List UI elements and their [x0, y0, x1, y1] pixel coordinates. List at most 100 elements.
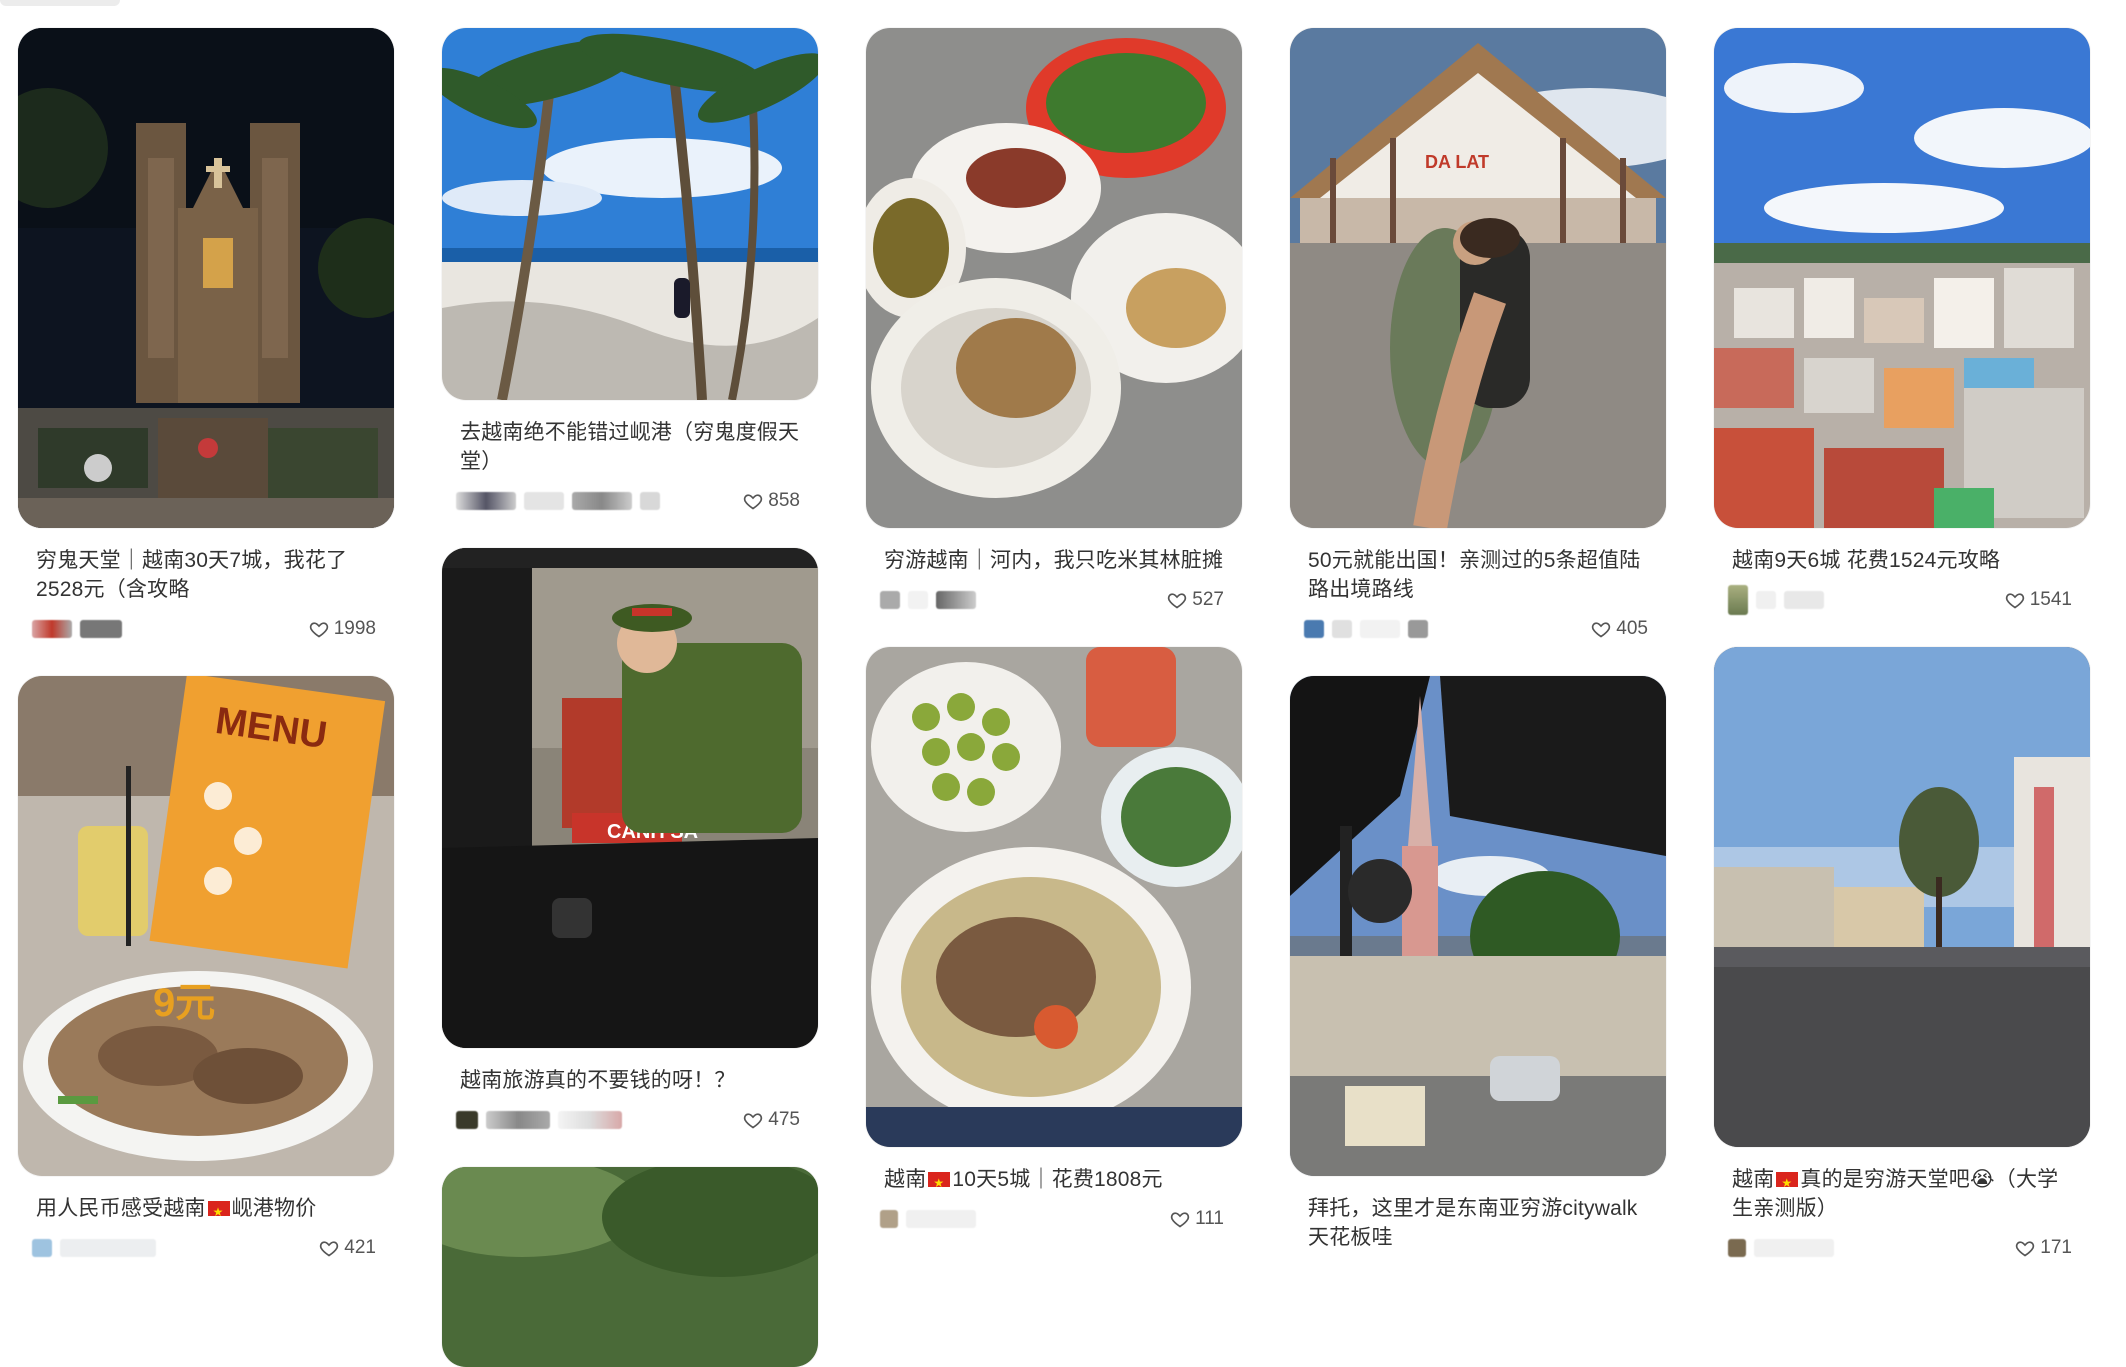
like-button[interactable]: 858 [743, 490, 800, 512]
author-info-redacted[interactable] [1728, 585, 1824, 615]
note-title[interactable]: 穷游越南｜河内，我只吃米其林脏摊 [884, 546, 1224, 575]
author-name-redacted [906, 1210, 976, 1228]
feed-column-4: DA LAT 50元就能出国！亲测过的5条超值陆路出境路线 405 拜托，这里才… [1290, 28, 1666, 1252]
like-button[interactable]: 111 [1170, 1208, 1224, 1230]
note-title[interactable]: 拜托，这里才是东南亚穷游citywalk天花板哇 [1308, 1194, 1648, 1252]
note-title[interactable]: 穷鬼天堂｜越南30天7城，我花了2528元（含攻略 [36, 546, 376, 604]
like-count: 858 [768, 490, 800, 511]
price-tag-text: 9元 [153, 981, 215, 1025]
note-card[interactable]: DA LAT 50元就能出国！亲测过的5条超值陆路出境路线 405 [1290, 28, 1666, 642]
heart-outline-icon [2016, 1241, 2035, 1257]
note-meta: 111 [880, 1206, 1224, 1232]
note-meta: 527 [880, 587, 1224, 613]
note-card[interactable] [442, 1167, 818, 1367]
heart-outline-icon [1168, 593, 1187, 609]
note-card[interactable]: 穷鬼天堂｜越南30天7城，我花了2528元（含攻略 1998 [18, 28, 394, 642]
like-button[interactable]: 475 [743, 1109, 800, 1131]
note-title[interactable]: 越南真的是穷游天堂吧😭（大学生亲测版） [1732, 1165, 2072, 1223]
author-info-redacted[interactable] [880, 1210, 976, 1228]
note-title[interactable]: 越南旅游真的不要钱的呀！？ [460, 1066, 800, 1095]
like-count: 405 [1616, 618, 1648, 639]
author-name-redacted [908, 591, 928, 609]
like-count: 1998 [333, 618, 376, 639]
note-card[interactable]: 越南真的是穷游天堂吧😭（大学生亲测版） 171 [1714, 647, 2090, 1261]
author-name-redacted [1754, 1239, 1834, 1257]
author-name-redacted [572, 492, 632, 510]
like-count: 421 [344, 1237, 376, 1258]
note-card[interactable]: 拜托，这里才是东南亚穷游citywalk天花板哇 [1290, 676, 1666, 1252]
note-cover-beach[interactable] [442, 28, 818, 400]
note-meta: 1541 [1728, 585, 2072, 615]
note-card[interactable]: 去越南绝不能错过岘港（穷鬼度假天堂） 858 [442, 28, 818, 514]
feed-column-1: 穷鬼天堂｜越南30天7城，我花了2528元（含攻略 1998 MENU 9元 用… [18, 28, 394, 1261]
vietnam-flag-icon [928, 1169, 951, 1198]
vietnam-flag-icon [1776, 1169, 1799, 1198]
station-sign-text: DA LAT [1425, 152, 1489, 172]
author-info-redacted[interactable] [456, 492, 660, 510]
note-cover-street[interactable] [1714, 647, 2090, 1147]
author-name-redacted [640, 492, 660, 510]
heart-outline-icon [1170, 1212, 1190, 1228]
author-name-redacted [1784, 591, 1824, 609]
author-info-redacted[interactable] [32, 1239, 156, 1257]
note-title[interactable]: 用人民币感受越南岘港物价 [36, 1194, 376, 1227]
like-count: 111 [1195, 1208, 1224, 1229]
author-info-redacted[interactable] [880, 591, 976, 609]
like-button[interactable]: 1541 [2005, 589, 2072, 611]
author-avatar-redacted [32, 1239, 52, 1257]
note-meta: 405 [1304, 616, 1648, 642]
note-meta: 421 [32, 1235, 376, 1261]
author-info-redacted[interactable] [32, 620, 122, 638]
like-button[interactable]: 405 [1591, 618, 1648, 640]
author-avatar-redacted [1304, 620, 1324, 638]
vietnam-flag-icon [207, 1198, 230, 1227]
note-card[interactable]: 穷游越南｜河内，我只吃米其林脏摊 527 [866, 28, 1242, 613]
note-card[interactable]: 越南10天5城｜花费1808元 111 [866, 647, 1242, 1232]
note-cover-pho-menu[interactable]: MENU 9元 [18, 676, 394, 1176]
author-name-redacted [1332, 620, 1352, 638]
note-cover-police[interactable]: CANH SA [442, 548, 818, 1048]
author-name-redacted [1408, 620, 1428, 638]
note-cover-saigon-church[interactable] [1290, 676, 1666, 1176]
heart-outline-icon [2005, 593, 2024, 609]
note-title[interactable]: 50元就能出国！亲测过的5条超值陆路出境路线 [1308, 546, 1648, 604]
author-avatar-redacted [1728, 1239, 1746, 1257]
note-card[interactable]: 越南9天6城 花费1524元攻略 1541 [1714, 28, 2090, 615]
note-meta: 475 [456, 1107, 800, 1133]
like-button[interactable]: 171 [2015, 1237, 2072, 1259]
author-name-redacted [1360, 620, 1400, 638]
heart-outline-icon [320, 1241, 339, 1257]
author-avatar-redacted [1728, 585, 1748, 615]
author-name-redacted [936, 591, 976, 609]
like-button[interactable]: 421 [319, 1237, 376, 1259]
note-cover-street-food[interactable] [866, 28, 1242, 528]
heart-outline-icon [309, 622, 328, 638]
note-card[interactable]: MENU 9元 用人民币感受越南岘港物价 [18, 676, 394, 1261]
author-info-redacted[interactable] [456, 1111, 622, 1129]
like-button[interactable]: 527 [1167, 589, 1224, 611]
author-name-redacted [60, 1239, 156, 1257]
note-cover-jungle[interactable] [442, 1167, 818, 1367]
note-card[interactable]: CANH SA 越南旅游真的不要钱的呀！？ [442, 548, 818, 1133]
author-avatar-redacted [880, 1210, 898, 1228]
note-cover-bun-bo[interactable] [866, 647, 1242, 1147]
waterfall-feed: 穷鬼天堂｜越南30天7城，我花了2528元（含攻略 1998 MENU 9元 用… [18, 0, 2118, 1367]
author-info-redacted[interactable] [1728, 1239, 1834, 1257]
note-cover-city-view[interactable] [1714, 28, 2090, 528]
author-name-redacted [80, 620, 122, 638]
author-name-redacted [524, 492, 564, 510]
note-cover-station[interactable]: DA LAT [1290, 28, 1666, 528]
note-title[interactable]: 去越南绝不能错过岘港（穷鬼度假天堂） [460, 418, 800, 476]
note-meta: 1998 [32, 616, 376, 642]
author-avatar-redacted [880, 591, 900, 609]
feed-column-2: 去越南绝不能错过岘港（穷鬼度假天堂） 858 越南旅游真的不要钱的呀！？ 475 [442, 28, 818, 1367]
author-name-redacted [558, 1111, 622, 1129]
heart-outline-icon [744, 1113, 763, 1129]
note-cover-cathedral[interactable] [18, 28, 394, 528]
like-button[interactable]: 1998 [309, 618, 376, 640]
author-avatar-redacted [32, 620, 72, 638]
note-title[interactable]: 越南9天6城 花费1524元攻略 [1732, 546, 2072, 575]
note-meta: 858 [456, 488, 800, 514]
author-info-redacted[interactable] [1304, 620, 1428, 638]
note-title[interactable]: 越南10天5城｜花费1808元 [884, 1165, 1224, 1198]
